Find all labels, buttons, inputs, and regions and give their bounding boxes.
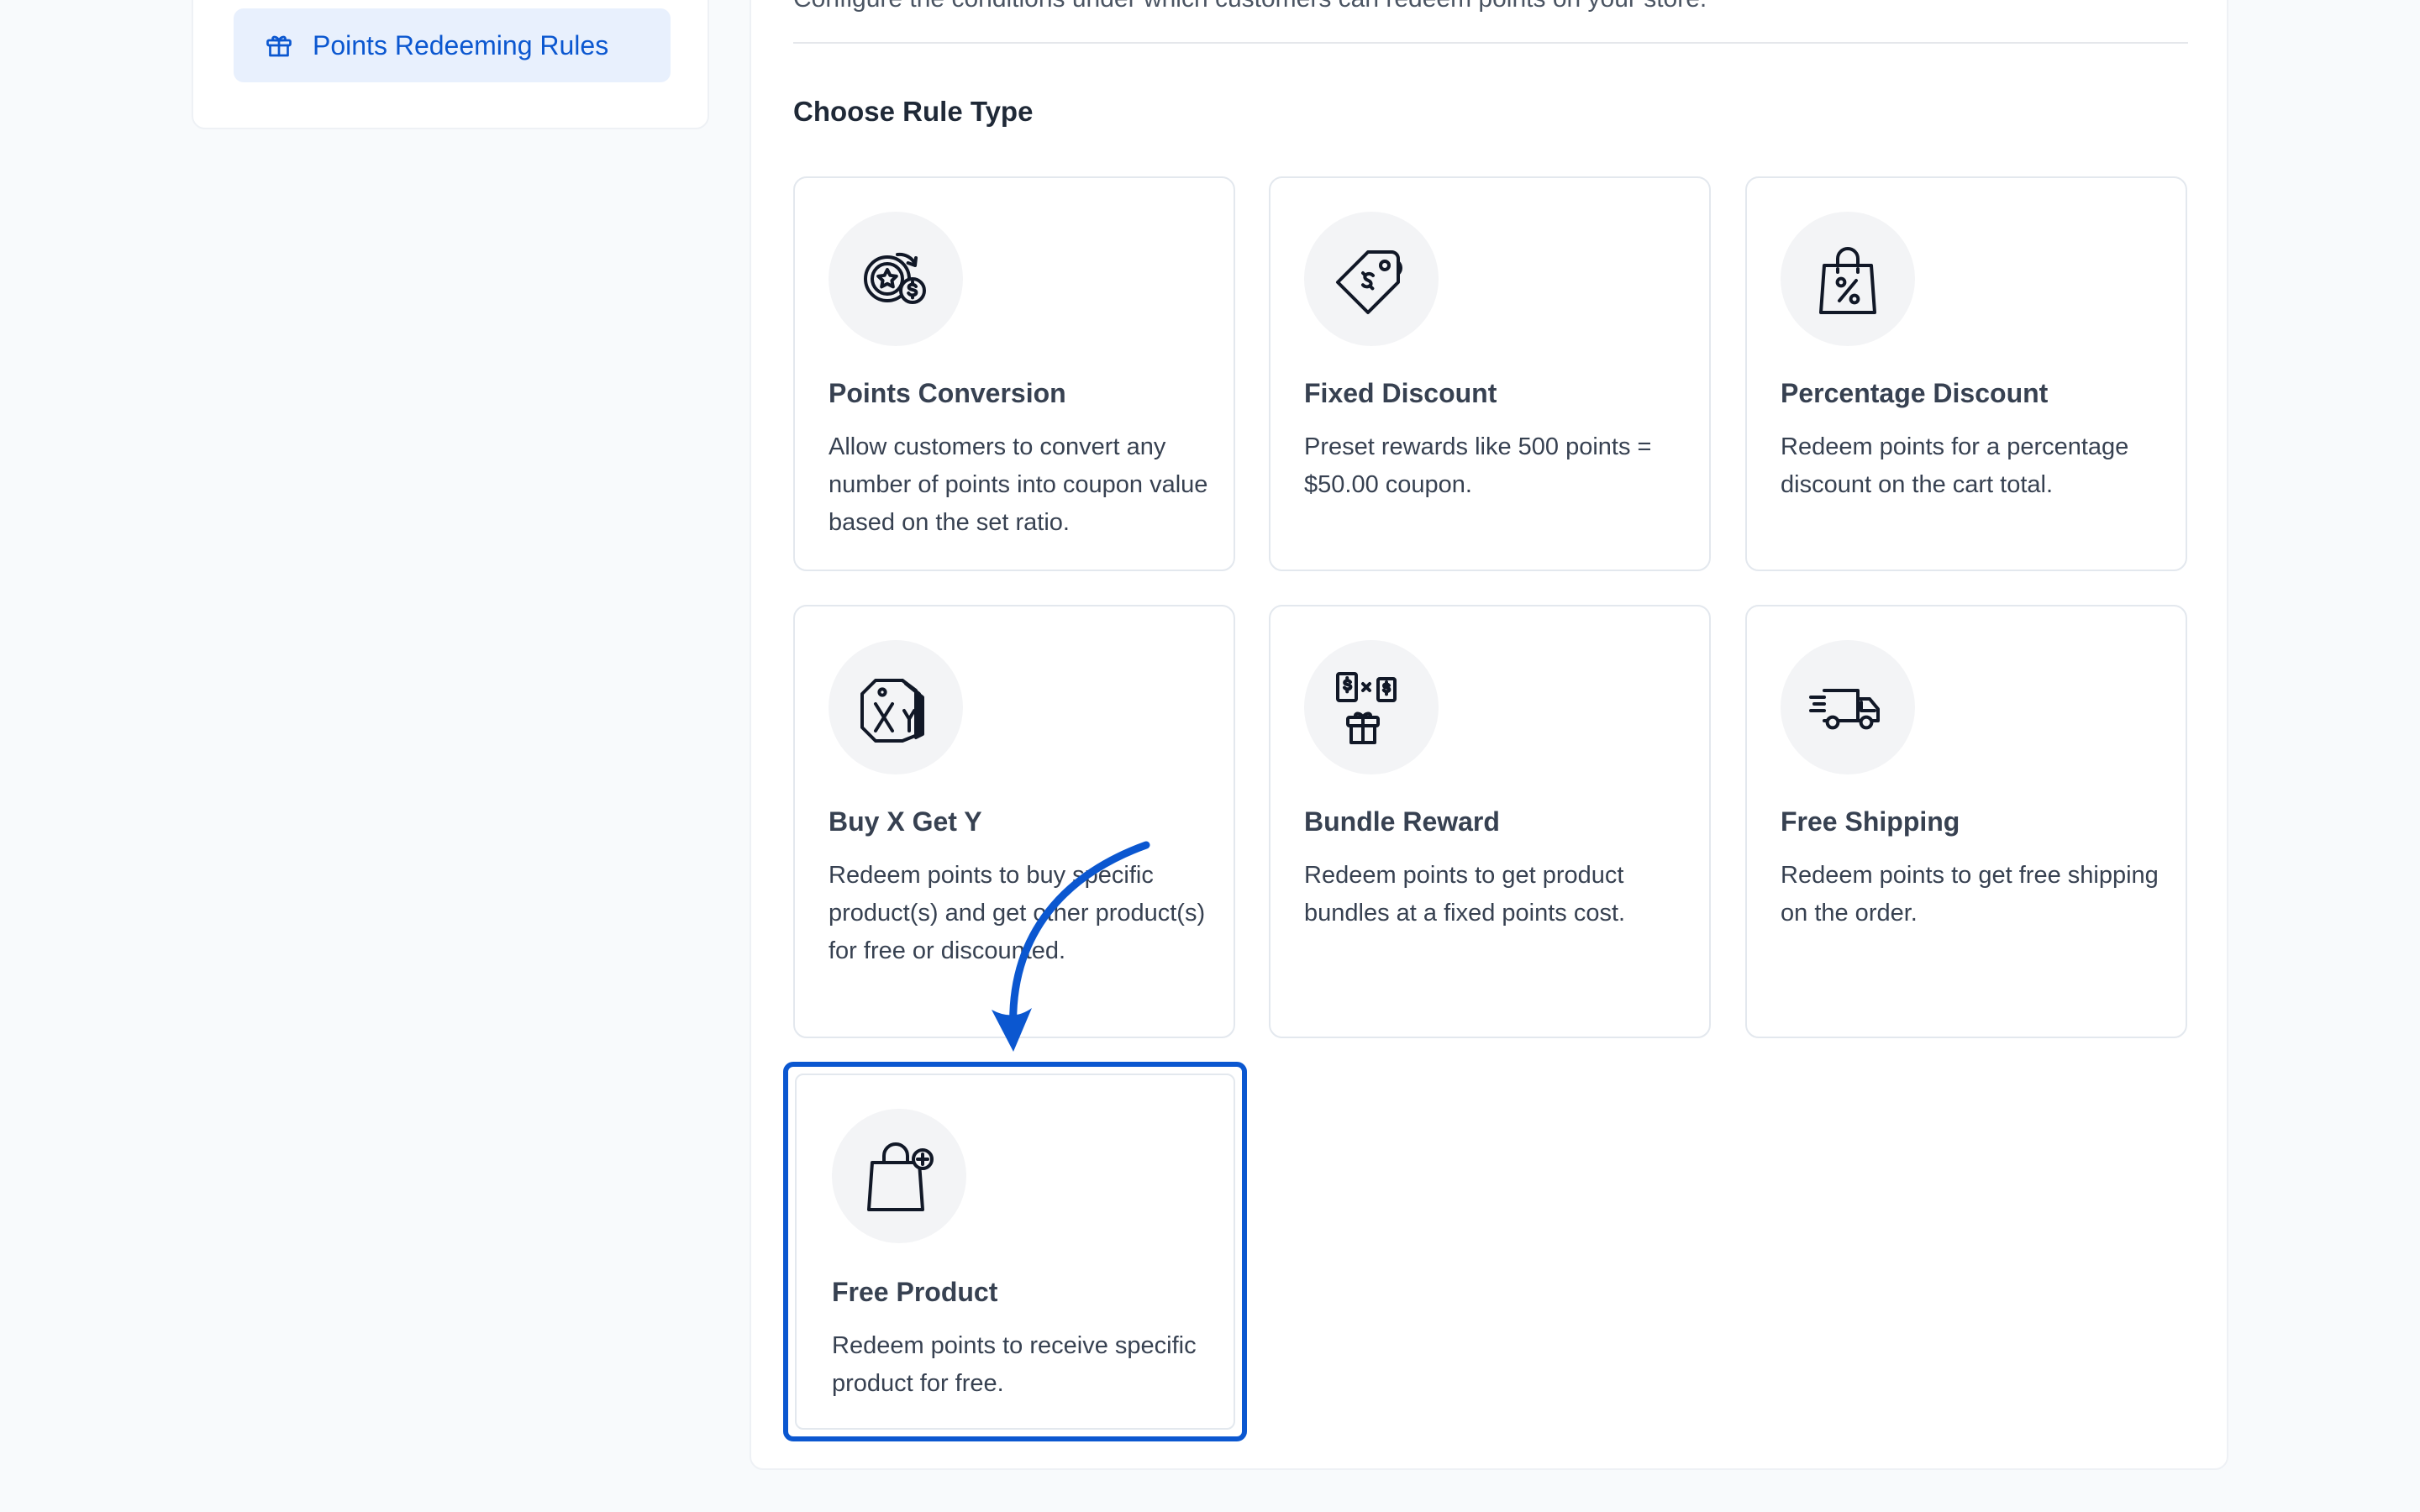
rule-card-fixed-discount[interactable]: Fixed Discount Preset rewards like 500 p… bbox=[1269, 176, 1711, 571]
card-description: Redeem points to buy specific product(s)… bbox=[829, 862, 1206, 964]
card-description: Redeem points to get free shipping on th… bbox=[1781, 862, 2159, 927]
sidebar-item-label: Points Redeeming Rules bbox=[313, 29, 609, 60]
rule-card-free-product[interactable]: Free Product Redeem points to receive sp… bbox=[783, 1062, 1247, 1441]
rule-card-percentage-discount[interactable]: Percentage Discount Redeem points for a … bbox=[1745, 176, 2187, 571]
card-title: Percentage Discount bbox=[1781, 378, 2049, 408]
rule-card-bundle-reward[interactable]: Bundle Reward Redeem points to get produ… bbox=[1269, 605, 1711, 1038]
section-title: Choose Rule Type bbox=[793, 96, 1034, 127]
card-description: Allow customers to convert any number of… bbox=[829, 433, 1208, 536]
card-title: Free Shipping bbox=[1781, 806, 1960, 837]
rule-card-buy-x-get-y[interactable]: Buy X Get Y Redeem points to buy specifi… bbox=[793, 605, 1235, 1038]
points-conversion-icon bbox=[829, 212, 963, 346]
card-title: Buy X Get Y bbox=[829, 806, 982, 837]
delivery-truck-icon bbox=[1781, 640, 1915, 774]
price-tag-dollar-icon bbox=[1304, 212, 1439, 346]
card-description: Redeem points for a percentage discount … bbox=[1781, 433, 2129, 498]
card-title: Bundle Reward bbox=[1304, 806, 1500, 837]
card-description: Redeem points to receive specific produc… bbox=[832, 1332, 1197, 1397]
buy-x-get-y-tags-icon bbox=[829, 640, 963, 774]
divider bbox=[793, 42, 2188, 44]
rule-card-free-shipping[interactable]: Free Shipping Redeem points to get free … bbox=[1745, 605, 2187, 1038]
page-subtitle: Configure the conditions under which cus… bbox=[793, 0, 1707, 13]
card-description: Redeem points to get product bundles at … bbox=[1304, 862, 1626, 927]
card-description: Preset rewards like 500 points = $50.00 … bbox=[1304, 433, 1652, 498]
bundle-gift-icon bbox=[1304, 640, 1439, 774]
shopping-bag-percent-icon bbox=[1781, 212, 1915, 346]
redeeming-rules-panel: Configure the conditions under which cus… bbox=[750, 0, 2228, 1470]
card-title: Points Conversion bbox=[829, 378, 1066, 408]
sidebar-item-points-redeeming-rules[interactable]: Points Redeeming Rules bbox=[234, 8, 671, 82]
rule-card-points-conversion[interactable]: Points Conversion Allow customers to con… bbox=[793, 176, 1235, 571]
gift-icon bbox=[264, 30, 294, 60]
card-title: Free Product bbox=[832, 1277, 998, 1307]
card-title: Fixed Discount bbox=[1304, 378, 1497, 408]
shopping-bag-plus-icon bbox=[832, 1109, 966, 1243]
settings-sidebar: Points Redeeming Rules bbox=[192, 0, 709, 129]
